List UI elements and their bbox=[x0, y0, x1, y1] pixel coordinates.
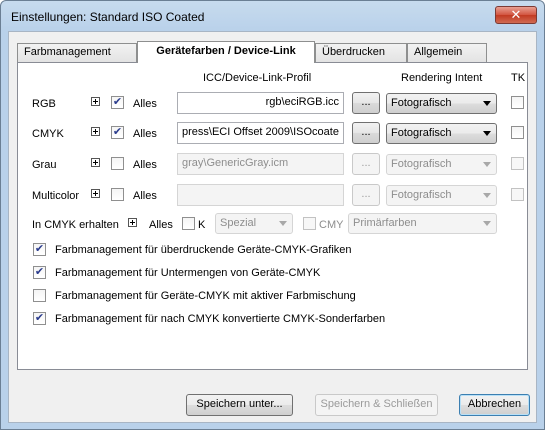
checkbox-preserve-k[interactable] bbox=[182, 217, 195, 230]
checkbox-multicolor-alles[interactable] bbox=[111, 188, 124, 201]
grau-intent-select[interactable]: Fotografisch bbox=[386, 154, 497, 175]
expand-cmyk-icon[interactable] bbox=[91, 127, 100, 136]
cmyk-intent-value: Fotografisch bbox=[391, 127, 452, 139]
option-subsets-label: Farbmanagement für Untermengen von Gerät… bbox=[55, 267, 321, 279]
multicolor-intent-select[interactable]: Fotografisch bbox=[386, 185, 497, 206]
column-header-intent: Rendering Intent bbox=[401, 72, 483, 84]
rgb-profile-field[interactable]: rgb\eciRGB.icc bbox=[177, 92, 344, 114]
cmyk-alles-label: Alles bbox=[133, 128, 157, 140]
grau-alles-label: Alles bbox=[133, 159, 157, 171]
tab-allgemein[interactable]: Allgemein bbox=[407, 43, 487, 62]
tab-geraetefarben[interactable]: Gerätefarben / Device-Link bbox=[137, 41, 315, 63]
checkbox-rgb-alles[interactable]: ✔ bbox=[111, 96, 124, 109]
row-label-cmyk: CMYK bbox=[32, 128, 64, 140]
preserve-cmy-select[interactable]: Primärfarben bbox=[348, 213, 497, 234]
expand-grau-icon[interactable] bbox=[91, 158, 100, 167]
rgb-alles-label: Alles bbox=[133, 98, 157, 110]
checkbox-multicolor-tk[interactable] bbox=[511, 188, 524, 201]
cmyk-browse-button[interactable]: ... bbox=[352, 122, 380, 144]
expand-preserve-icon[interactable] bbox=[128, 218, 137, 227]
checkbox-grau-alles[interactable] bbox=[111, 157, 124, 170]
save-close-button[interactable]: Speichern & Schließen bbox=[315, 394, 438, 416]
checkbox-grau-tk[interactable] bbox=[511, 157, 524, 170]
close-button[interactable]: ✕ bbox=[495, 6, 537, 24]
dialog-window: Einstellungen: Standard ISO Coated ✕ Far… bbox=[0, 0, 545, 430]
rgb-intent-value: Fotografisch bbox=[391, 97, 452, 109]
grau-intent-value: Fotografisch bbox=[391, 158, 452, 170]
dropdown-arrow-icon bbox=[483, 221, 491, 226]
grau-profile-field[interactable]: gray\GenericGray.icm bbox=[177, 153, 344, 175]
column-header-profile: ICC/Device-Link-Profil bbox=[203, 72, 312, 84]
dropdown-arrow-icon bbox=[483, 193, 491, 198]
checkbox-preserve-cmy[interactable] bbox=[303, 217, 316, 230]
checkbox-rgb-tk[interactable] bbox=[511, 96, 524, 109]
window-title: Einstellungen: Standard ISO Coated bbox=[11, 10, 205, 24]
preserve-cmy-value: Primärfarben bbox=[353, 217, 417, 229]
cmyk-intent-select[interactable]: Fotografisch bbox=[386, 123, 497, 144]
checkbox-option-overprint[interactable]: ✔ bbox=[33, 243, 46, 256]
title-bar[interactable]: Einstellungen: Standard ISO Coated ✕ bbox=[1, 1, 544, 31]
multicolor-intent-value: Fotografisch bbox=[391, 189, 452, 201]
cancel-button[interactable]: Abbrechen bbox=[459, 394, 530, 416]
cmyk-profile-field[interactable]: press\ECI Offset 2009\ISOcoate bbox=[177, 122, 344, 144]
option-overprint-label: Farbmanagement für überdruckende Geräte-… bbox=[55, 244, 352, 256]
rgb-intent-select[interactable]: Fotografisch bbox=[386, 93, 497, 114]
checkbox-option-blending[interactable] bbox=[33, 289, 46, 302]
rgb-browse-button[interactable]: ... bbox=[352, 92, 380, 114]
preserve-k-select[interactable]: Spezial bbox=[215, 213, 293, 234]
expand-multicolor-icon[interactable] bbox=[91, 189, 100, 198]
checkbox-cmyk-alles[interactable]: ✔ bbox=[111, 126, 124, 139]
checkbox-option-spotcolors[interactable]: ✔ bbox=[33, 312, 46, 325]
tab-farbmanagement[interactable]: Farbmanagement bbox=[17, 43, 137, 62]
save-as-button[interactable]: Speichern unter... bbox=[186, 394, 293, 416]
dropdown-arrow-icon bbox=[483, 101, 491, 106]
preserve-cmy-label: CMY bbox=[319, 219, 344, 231]
preserve-k-value: Spezial bbox=[220, 217, 257, 229]
row-label-rgb: RGB bbox=[32, 98, 56, 110]
column-header-tk: TK bbox=[511, 72, 526, 84]
dialog-client-area: Farbmanagement Gerätefarben / Device-Lin… bbox=[8, 31, 537, 423]
option-blending-label: Farbmanagement für Geräte-CMYK mit aktiv… bbox=[55, 290, 356, 302]
dropdown-arrow-icon bbox=[483, 162, 491, 167]
tab-panel: ICC/Device-Link-Profil Rendering Intent … bbox=[17, 62, 528, 370]
dropdown-arrow-icon bbox=[483, 131, 491, 136]
preserve-k-label: K bbox=[198, 219, 206, 231]
dropdown-arrow-icon bbox=[279, 221, 287, 226]
row-label-grau: Grau bbox=[32, 159, 57, 171]
option-spotcolors-label: Farbmanagement für nach CMYK konvertiert… bbox=[55, 313, 386, 325]
multicolor-browse-button[interactable]: ... bbox=[352, 184, 380, 206]
multicolor-alles-label: Alles bbox=[133, 190, 157, 202]
multicolor-profile-field[interactable] bbox=[177, 184, 344, 206]
row-label-multicolor: Multicolor bbox=[32, 190, 80, 202]
checkbox-option-subsets[interactable]: ✔ bbox=[33, 266, 46, 279]
checkbox-cmyk-tk[interactable] bbox=[511, 126, 524, 139]
grau-browse-button[interactable]: ... bbox=[352, 153, 380, 175]
preserve-cmyk-label: In CMYK erhalten bbox=[32, 219, 119, 231]
tab-ueberdrucken[interactable]: Überdrucken bbox=[315, 43, 407, 62]
expand-rgb-icon[interactable] bbox=[91, 97, 100, 106]
preserve-alles-label: Alles bbox=[149, 219, 173, 231]
